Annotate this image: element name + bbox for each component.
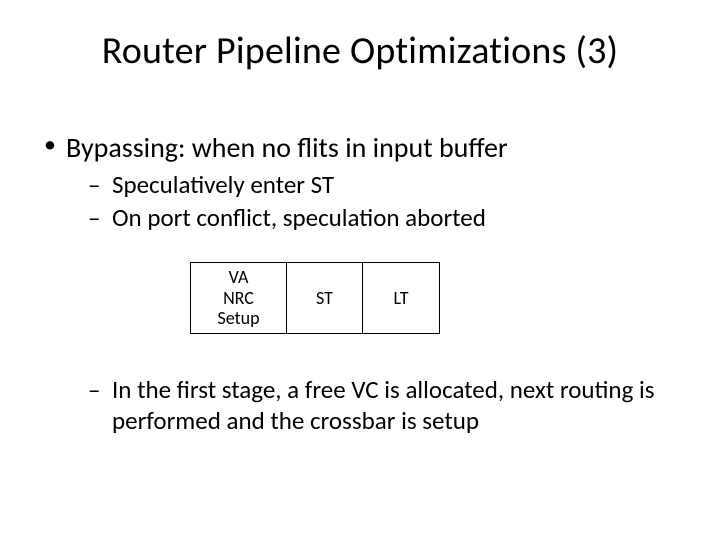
bullet-sub1: Speculatively enter ST xyxy=(88,169,680,200)
slide-title: Router Pipeline Optimizations (3) xyxy=(0,28,720,74)
bullet-list-level1: Bypassing: when no flits in input buffer… xyxy=(40,130,680,234)
pipeline-stage-va-nrc-setup: VA NRC Setup xyxy=(191,263,287,333)
slide: Router Pipeline Optimizations (3) Bypass… xyxy=(0,0,720,540)
bullet-list-level2-top: Speculatively enter ST On port conflict,… xyxy=(66,169,680,234)
bullet-sub3: In the first stage, a free VC is allocat… xyxy=(88,374,680,437)
slide-body: Bypassing: when no flits in input buffer… xyxy=(40,130,680,240)
bullet-main-text: Bypassing: when no flits in input buffer xyxy=(66,130,508,165)
bullet-list-level2-bottom: In the first stage, a free VC is allocat… xyxy=(40,374,680,437)
slide-body-after: In the first stage, a free VC is allocat… xyxy=(40,370,680,439)
bullet-sub2: On port conflict, speculation aborted xyxy=(88,202,680,233)
pipeline-stage-lt: LT xyxy=(363,263,439,333)
pipeline-stage-st: ST xyxy=(287,263,363,333)
bullet-main: Bypassing: when no flits in input buffer… xyxy=(40,130,680,234)
pipeline-diagram: VA NRC Setup ST LT xyxy=(190,262,440,334)
